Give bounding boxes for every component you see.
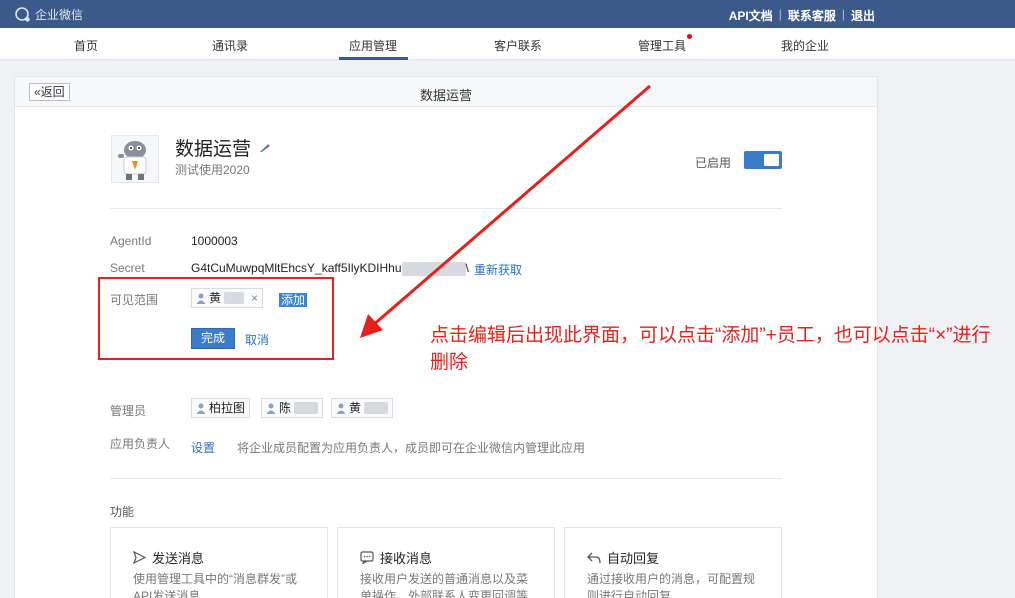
annotation-text: 点击编辑后出现此界面，可以点击“添加”+员工，也可以点击“×”进行删除 [430, 325, 991, 373]
annotation-arrow-icon [360, 84, 651, 338]
